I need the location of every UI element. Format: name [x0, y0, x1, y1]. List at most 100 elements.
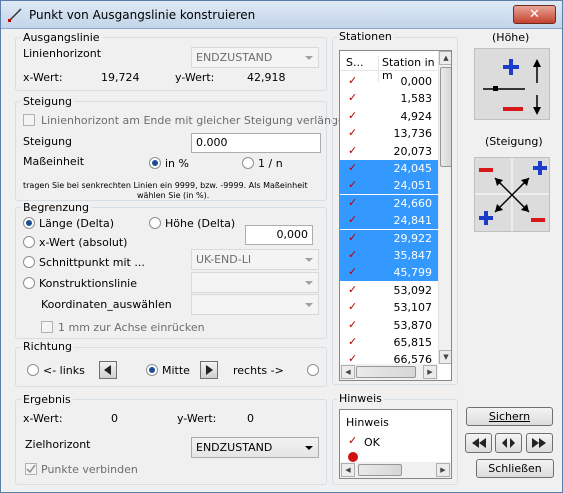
konstruktionslinie-dropdown[interactable]	[191, 272, 319, 293]
station-row[interactable]: ✓ 20,073	[340, 143, 438, 160]
hscroll-thumb[interactable]	[358, 464, 402, 476]
rechts-radio[interactable]	[307, 364, 319, 376]
hinweis-list[interactable]: Hinweis ✓ OK ◀ ▶	[339, 409, 452, 479]
links-radio[interactable]	[27, 364, 39, 376]
station-row[interactable]: ✓ 53,092	[340, 282, 438, 299]
scroll-up-button[interactable]: ▲	[439, 51, 451, 65]
steigung-input[interactable]: 0.000	[191, 133, 321, 153]
zielhorizont-value: ENDZUSTAND	[196, 441, 273, 454]
status-check-icon: ✓	[348, 74, 358, 87]
rechts-label: rechts ->	[233, 364, 284, 377]
steigung-image[interactable]	[474, 157, 550, 232]
rechts-arrow-button[interactable]	[200, 361, 218, 379]
status-check-icon: ✓	[348, 282, 358, 296]
hscroll-thumb[interactable]	[356, 366, 416, 378]
scroll-down-button[interactable]: ▼	[439, 350, 451, 364]
window-title: Punkt von Ausgangslinie konstruieren	[29, 8, 256, 22]
konstruktionslinie-radio[interactable]	[23, 277, 35, 289]
links-arrow-button[interactable]	[99, 361, 117, 379]
stationen-list[interactable]: S... Station in m ✓ 0,000 ✓ 1,583 ✓ 4,924 ✓ 13,…	[339, 50, 452, 381]
hinweis-hscrollbar[interactable]: ◀ ▶	[340, 462, 451, 478]
status-check-icon: ✓	[348, 230, 358, 244]
schnittpunkt-value: UK-END-LI	[196, 253, 252, 266]
ergebnis-title: Ergebnis	[21, 393, 73, 406]
xwert-radio[interactable]	[23, 236, 35, 248]
punkte-verbinden-label: Punkte verbinden	[41, 463, 138, 476]
mitte-radio[interactable]	[146, 364, 158, 376]
chevron-down-icon	[305, 258, 313, 262]
hoehe-caption: (Höhe)	[492, 31, 530, 44]
ausgangslinie-x-label: x-Wert:	[23, 71, 63, 84]
station-row[interactable]: ✓ 53,107	[340, 299, 438, 316]
delta-input[interactable]: 0,000	[245, 225, 313, 245]
station-value: 29,922	[393, 231, 433, 245]
schnittpunkt-label: Schnittpunkt mit ...	[39, 256, 145, 269]
column-s-header[interactable]: S...	[346, 56, 363, 69]
first-record-button[interactable]	[465, 433, 492, 453]
station-row[interactable]: ✓ 24,051	[340, 177, 438, 195]
achse-einruecken-checkbox[interactable]	[41, 321, 53, 333]
station-value: 35,847	[393, 249, 433, 262]
zielhorizont-dropdown[interactable]: ENDZUSTAND	[191, 437, 319, 458]
schnittpunkt-radio[interactable]	[23, 256, 35, 268]
station-row[interactable]: ✓ 24,841	[340, 212, 438, 230]
scroll-thumb[interactable]	[440, 67, 451, 167]
station-row[interactable]: ✓ 24,660	[340, 194, 438, 212]
ausgangslinie-y-value: 42,918	[247, 71, 286, 84]
scroll-right-button[interactable]: ▶	[436, 463, 450, 477]
station-row[interactable]: ✓ 65,815	[340, 334, 438, 351]
status-check-icon: ✓	[348, 248, 358, 261]
station-value: 24,045	[393, 162, 433, 175]
status-check-icon: ✓	[348, 108, 358, 122]
close-button[interactable]: ✕	[513, 5, 556, 24]
koordinaten-dropdown[interactable]	[191, 294, 319, 315]
station-row[interactable]: ✓ 0,000	[340, 73, 438, 90]
stationen-hscrollbar[interactable]: ◀ ▶	[340, 364, 438, 380]
ausgangslinie-title: Ausgangslinie	[21, 31, 102, 44]
station-value: 20,073	[393, 144, 433, 158]
station-row[interactable]: ✓ 4,924	[340, 108, 438, 125]
center-icon	[502, 438, 515, 448]
station-value: 24,660	[393, 196, 433, 210]
station-value: 53,092	[393, 283, 433, 297]
schliessen-button[interactable]: Schließen	[476, 459, 554, 478]
hoehe-direction-icon	[483, 59, 541, 115]
stationen-vscrollbar[interactable]: ▲ ▼	[438, 51, 451, 364]
xwert-label: x-Wert (absolut)	[39, 236, 128, 249]
scroll-left-button[interactable]: ◀	[341, 463, 355, 477]
verlaengern-label: Linienhorizont am Ende mit gleicher Stei…	[41, 114, 357, 127]
station-row[interactable]: ✓ 35,847	[340, 247, 438, 264]
station-row[interactable]: ✓ 45,799	[340, 264, 438, 282]
station-row[interactable]: ✓ 24,045	[340, 160, 438, 177]
hoehe-image[interactable]	[474, 48, 550, 120]
steigung-caption: (Steigung)	[485, 135, 543, 148]
linienhorizont-dropdown[interactable]: ENDZUSTAND	[191, 47, 319, 68]
station-value: 24,051	[393, 179, 433, 193]
in-percent-radio[interactable]	[149, 157, 161, 169]
last-record-button[interactable]	[526, 433, 553, 453]
stationen-title: Stationen	[337, 30, 394, 43]
scroll-right-button[interactable]: ▶	[423, 365, 437, 379]
verlaengern-checkbox[interactable]	[23, 114, 35, 126]
checkmark-icon	[26, 464, 36, 474]
skip-last-icon	[532, 438, 546, 448]
laenge-radio[interactable]	[23, 217, 35, 229]
title-bar: Punkt von Ausgangslinie konstruieren ✕	[1, 1, 562, 29]
station-row[interactable]: ✓ 29,922	[340, 229, 438, 247]
station-row[interactable]: ✓ 53,870	[340, 317, 438, 334]
mitte-label: Mitte	[162, 364, 190, 377]
ratio-radio[interactable]	[242, 157, 254, 169]
ausgangslinie-x-value: 19,724	[101, 71, 140, 84]
skip-first-icon	[472, 438, 486, 448]
sichern-button[interactable]: Sichern	[466, 407, 553, 426]
center-record-button[interactable]	[495, 433, 522, 453]
station-row[interactable]: ✓ 1,583	[340, 90, 438, 107]
hoehe-radio[interactable]	[149, 217, 161, 229]
schnittpunkt-dropdown[interactable]: UK-END-LI	[191, 249, 319, 270]
station-row[interactable]: ✓ 13,736	[340, 125, 438, 142]
status-check-icon: ✓	[348, 317, 358, 331]
konstruktionslinie-label: Konstruktionslinie	[39, 277, 137, 290]
punkte-verbinden-checkbox[interactable]	[25, 463, 37, 475]
scroll-left-button[interactable]: ◀	[341, 365, 355, 379]
dialog-window: Punkt von Ausgangslinie konstruieren ✕ A…	[0, 0, 563, 493]
